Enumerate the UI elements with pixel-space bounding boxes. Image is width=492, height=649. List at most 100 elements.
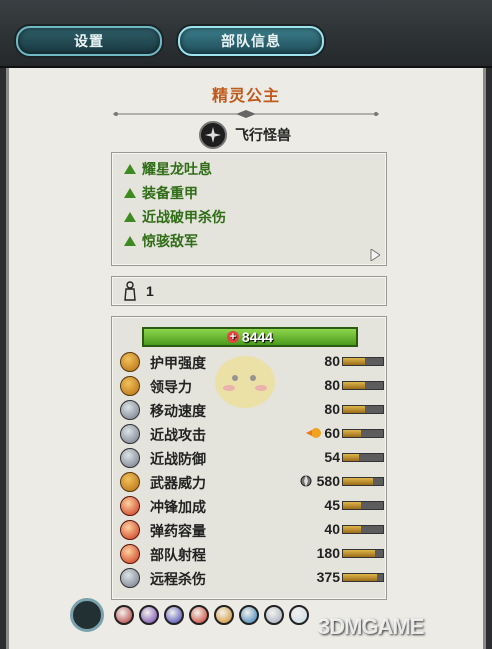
abilities-box: 耀星龙吐息 装备重甲 近战破甲杀伤 惊骇敌军 [111, 152, 387, 266]
watermark-text: 3DMGAME [318, 614, 424, 639]
tab-settings[interactable]: 设置 [16, 26, 162, 56]
stat-value: 54 [324, 449, 340, 465]
stat-bar [342, 525, 384, 534]
missile-damage-icon [120, 568, 140, 588]
triangle-up-icon [124, 164, 136, 174]
stat-label: 领导力 [150, 379, 192, 395]
top-bar: 设置 部队信息 [0, 0, 492, 68]
stat-label: 冲锋加成 [150, 499, 206, 515]
stat-value: 80 [324, 377, 340, 393]
breath-icon[interactable] [239, 605, 259, 625]
ability-item[interactable]: 近战破甲杀伤 [124, 207, 226, 227]
stat-value: 375 [316, 569, 340, 585]
unit-type-row: 飞行怪兽 [199, 121, 291, 149]
unit-count-person-icon [124, 281, 136, 301]
stat-bar [342, 429, 384, 438]
stat-label: 弹药容量 [150, 523, 206, 539]
flying-icon[interactable] [214, 605, 234, 625]
terror-icon[interactable] [139, 605, 159, 625]
stat-label: 远程杀伤 [150, 571, 206, 587]
stat-label: 武器威力 [150, 475, 206, 491]
stat-label: 部队射程 [150, 547, 206, 563]
fear-icon[interactable] [164, 605, 184, 625]
stat-label: 移动速度 [150, 403, 206, 419]
stat-bar-fill [343, 358, 365, 365]
frenzy-icon[interactable] [114, 605, 134, 625]
unit-count-value: 1 [146, 283, 154, 299]
stat-row[interactable]: 部队射程 180 [112, 543, 386, 565]
ability-item[interactable]: 耀星龙吐息 [124, 159, 212, 179]
stat-label: 近战攻击 [150, 427, 206, 443]
attribute-icon-strip [70, 598, 314, 632]
stat-bar-fill [343, 382, 365, 389]
stat-bar-fill [343, 430, 361, 437]
stat-bar-fill [343, 526, 361, 533]
stat-bar-fill [343, 478, 373, 485]
stat-label: 近战防御 [150, 451, 206, 467]
unit-class-star-icon [199, 121, 227, 149]
speed-icon [120, 400, 140, 420]
stat-bar-fill [343, 574, 377, 581]
armour-piercing-icon [298, 474, 314, 488]
range-icon [120, 544, 140, 564]
stat-bar [342, 357, 384, 366]
stat-value: 180 [316, 545, 340, 561]
stat-bar [342, 477, 384, 486]
stat-bar [342, 381, 384, 390]
stat-value: 80 [324, 353, 340, 369]
health-text: + 8444 [226, 329, 274, 345]
ability-item[interactable]: 惊骇敌军 [124, 231, 198, 251]
stat-row[interactable]: 近战防御 54 [112, 447, 386, 469]
stat-bar-fill [343, 550, 375, 557]
stat-value: 45 [324, 497, 340, 513]
tab-unit-info[interactable]: 部队信息 [178, 26, 324, 56]
stat-row[interactable]: 远程杀伤 375 [112, 567, 386, 589]
melee-defence-icon [120, 448, 140, 468]
charge-bonus-icon [120, 496, 140, 516]
fire-icon [306, 426, 322, 440]
magic-icon[interactable] [289, 605, 309, 625]
stat-label: 护甲强度 [150, 355, 206, 371]
ability-label: 惊骇敌军 [142, 233, 198, 249]
stat-row[interactable]: 冲锋加成 45 [112, 495, 386, 517]
unit-name: 精灵公主 [211, 88, 280, 105]
unit-type-label: 飞行怪兽 [235, 127, 291, 143]
ability-label: 近战破甲杀伤 [142, 209, 226, 225]
stat-row[interactable]: 武器威力 580 [112, 471, 386, 493]
stat-row[interactable]: 近战攻击 60 [112, 423, 386, 445]
ability-label: 装备重甲 [142, 185, 198, 201]
stat-bar-fill [343, 406, 365, 413]
stat-bar [342, 549, 384, 558]
armour-icon[interactable] [264, 605, 284, 625]
health-plus-icon: + [226, 331, 239, 343]
unit-portrait-icon[interactable] [70, 598, 104, 632]
stat-bar [342, 573, 384, 582]
ability-item[interactable]: 装备重甲 [124, 183, 198, 203]
stat-bar [342, 501, 384, 510]
triangle-up-icon [124, 188, 136, 198]
stat-row[interactable]: 弹药容量 40 [112, 519, 386, 541]
health-value: 8444 [241, 329, 274, 345]
stat-value: 40 [324, 521, 340, 537]
stat-bar-fill [343, 502, 361, 509]
unit-count-box: 1 [111, 276, 387, 306]
stat-bar [342, 405, 384, 414]
expand-arrow-icon[interactable] [370, 249, 380, 261]
stat-value: 580 [316, 473, 340, 489]
stat-bar-fill [343, 454, 359, 461]
stat-value: 80 [324, 401, 340, 417]
melee-attack-icon [120, 424, 140, 444]
strength-icon[interactable] [189, 605, 209, 625]
stat-value: 60 [324, 425, 340, 441]
ammunition-icon [120, 520, 140, 540]
armor-icon [120, 352, 140, 372]
unit-info-panel: 精灵公主 飞行怪兽 耀星龙吐息 装备重甲 近战破甲杀伤 惊骇敌军 1 + 844… [6, 68, 486, 649]
ability-label: 耀星龙吐息 [142, 161, 212, 177]
stat-bar [342, 453, 384, 462]
title-divider-ornament [113, 110, 379, 118]
weapon-strength-icon [120, 472, 140, 492]
leadership-icon [120, 376, 140, 396]
mascot-watermark-icon [215, 356, 275, 408]
triangle-up-icon [124, 212, 136, 222]
triangle-up-icon [124, 236, 136, 246]
